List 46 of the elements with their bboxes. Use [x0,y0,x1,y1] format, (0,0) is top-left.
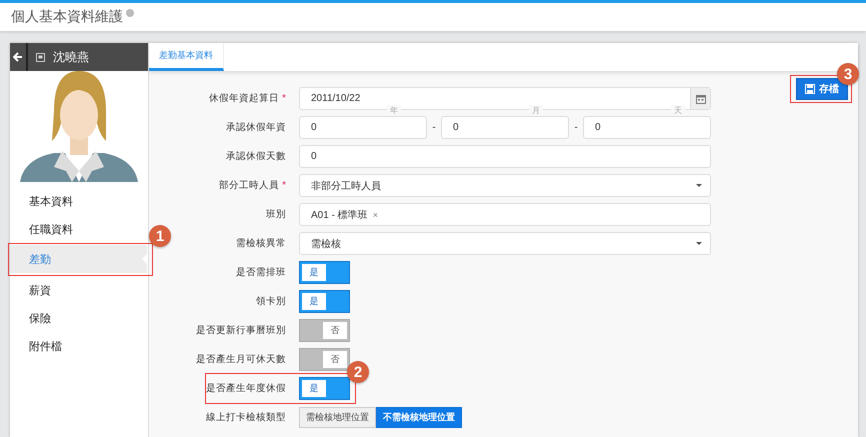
sidebar-item[interactable]: 附件檔 [10,332,148,360]
toggle-switch[interactable]: 是 [299,261,350,284]
sidebar-item[interactable]: 差勤 [10,245,147,273]
field-label: 是否更新行事曆班別 [196,324,286,337]
sidebar-item[interactable]: 保險 [10,304,148,332]
field-caption: 年 [387,105,401,116]
field-label: 需檢核異常 [236,237,286,250]
field-caption: 天 [671,105,685,116]
required-mark: * [282,93,286,104]
text-field[interactable]: 0 [299,145,711,168]
sidebar-item[interactable]: 任職資料 [10,215,148,243]
tag-remove-button[interactable]: × [372,210,378,220]
toggle-switch[interactable]: 否 [299,319,350,342]
page-title: 個人基本資料維護 [11,8,123,26]
required-mark: * [282,180,286,191]
back-icon[interactable] [10,43,28,71]
toggle-switch[interactable]: 是 [299,290,350,313]
field-caption: 月 [529,105,543,116]
field-label: 班別 [266,208,286,221]
option-button[interactable]: 需檢核地理位置 [299,407,376,428]
field-label: 是否產生年度休假 [206,382,286,395]
option-button[interactable]: 不需檢核地理位置 [376,407,462,428]
select-field[interactable]: 非部分工時人員 [299,174,711,197]
calendar-icon[interactable] [690,88,710,109]
field-label: 領卡別 [256,295,286,308]
id-card-icon [36,52,45,62]
save-button[interactable]: 存檔 [796,78,848,100]
callout-badge: 2 [347,361,369,383]
field-label: 部分工時人員 [219,179,280,192]
field-label: 是否需排班 [236,266,286,279]
profile-name: 沈曉燕 [53,48,89,66]
sidebar-item[interactable]: 薪資 [10,276,148,304]
range-separator: - [431,122,437,133]
tag-select-field[interactable]: A01 - 標準班 × [299,203,711,226]
toggle-switch[interactable]: 是 [299,377,350,400]
select-field[interactable]: 需檢核 [299,232,711,255]
toggle-switch[interactable]: 否 [299,348,350,371]
tag-label: A01 - 標準班 [311,208,368,222]
field-label: 休假年資起算日 [209,92,280,105]
range-separator: - [573,122,579,133]
sidebar-item[interactable]: 基本資料 [10,187,148,215]
field-label: 是否產生月可休天數 [196,353,286,366]
save-icon [805,84,815,94]
field-label: 線上打卡檢核類型 [206,411,286,424]
field-label: 承認休假天數 [226,150,286,163]
field-label: 承認休假年資 [226,121,286,134]
